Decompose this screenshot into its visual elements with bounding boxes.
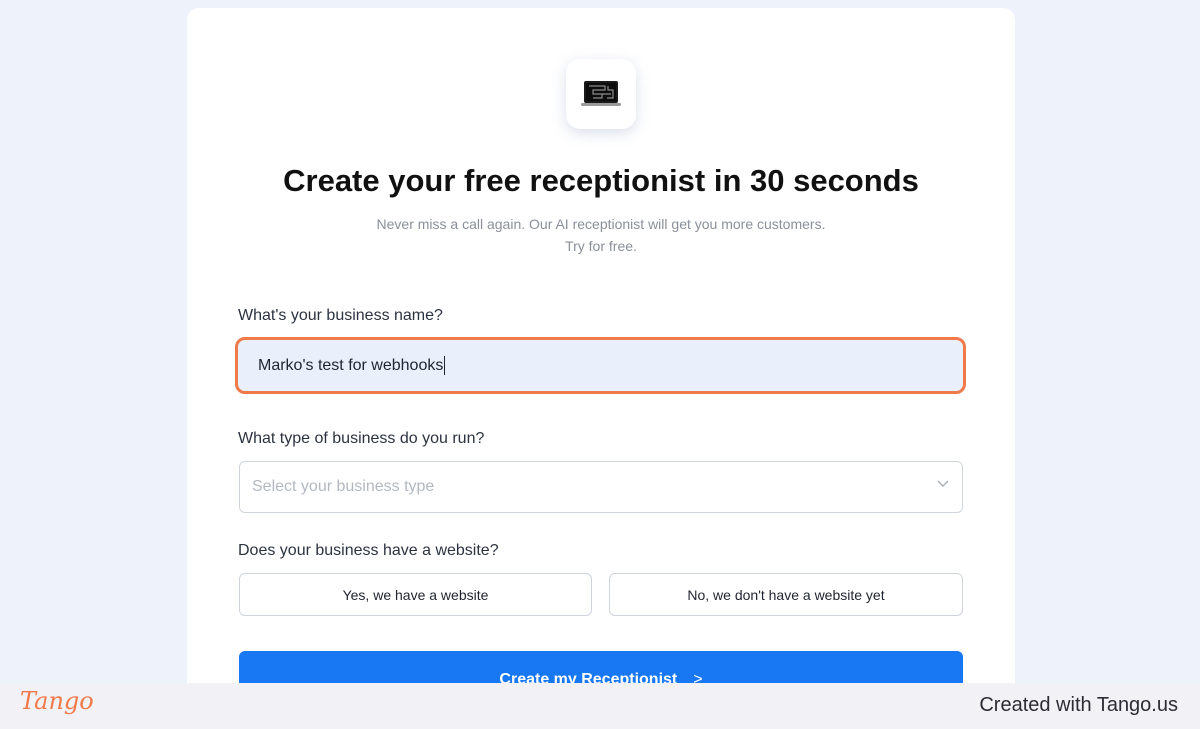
- page: Create your free receptionist in 30 seco…: [0, 0, 1200, 729]
- chevron-down-icon: [937, 480, 949, 487]
- business-type-placeholder: Select your business type: [252, 478, 435, 495]
- page-title: Create your free receptionist in 30 seco…: [283, 163, 919, 198]
- page-subtitle: Never miss a call again. Our AI receptio…: [187, 213, 1015, 257]
- created-with-text: Created with Tango.us: [979, 694, 1178, 716]
- tango-logo: Tango: [20, 687, 94, 715]
- business-type-label: What type of business do you run?: [238, 430, 485, 447]
- subtitle-line-2: Try for free.: [565, 238, 637, 254]
- subtitle-line-1: Never miss a call again. Our AI receptio…: [376, 216, 826, 232]
- business-name-input[interactable]: Marko's test for webhooks: [235, 337, 966, 394]
- business-name-label: What's your business name?: [238, 307, 443, 324]
- laptop-icon: [581, 81, 621, 106]
- signup-card: Create your free receptionist in 30 seco…: [187, 8, 1015, 711]
- no-website-button[interactable]: No, we don't have a website yet: [609, 573, 963, 616]
- text-caret: [444, 356, 446, 375]
- has-website-button[interactable]: Yes, we have a website: [239, 573, 592, 616]
- tango-footer: Tango Created with Tango.us: [0, 683, 1200, 729]
- website-question-label: Does your business have a website?: [238, 542, 499, 559]
- business-name-value: Marko's test for webhooks: [258, 356, 444, 374]
- app-logo: [566, 59, 636, 129]
- business-type-select[interactable]: Select your business type: [239, 461, 963, 513]
